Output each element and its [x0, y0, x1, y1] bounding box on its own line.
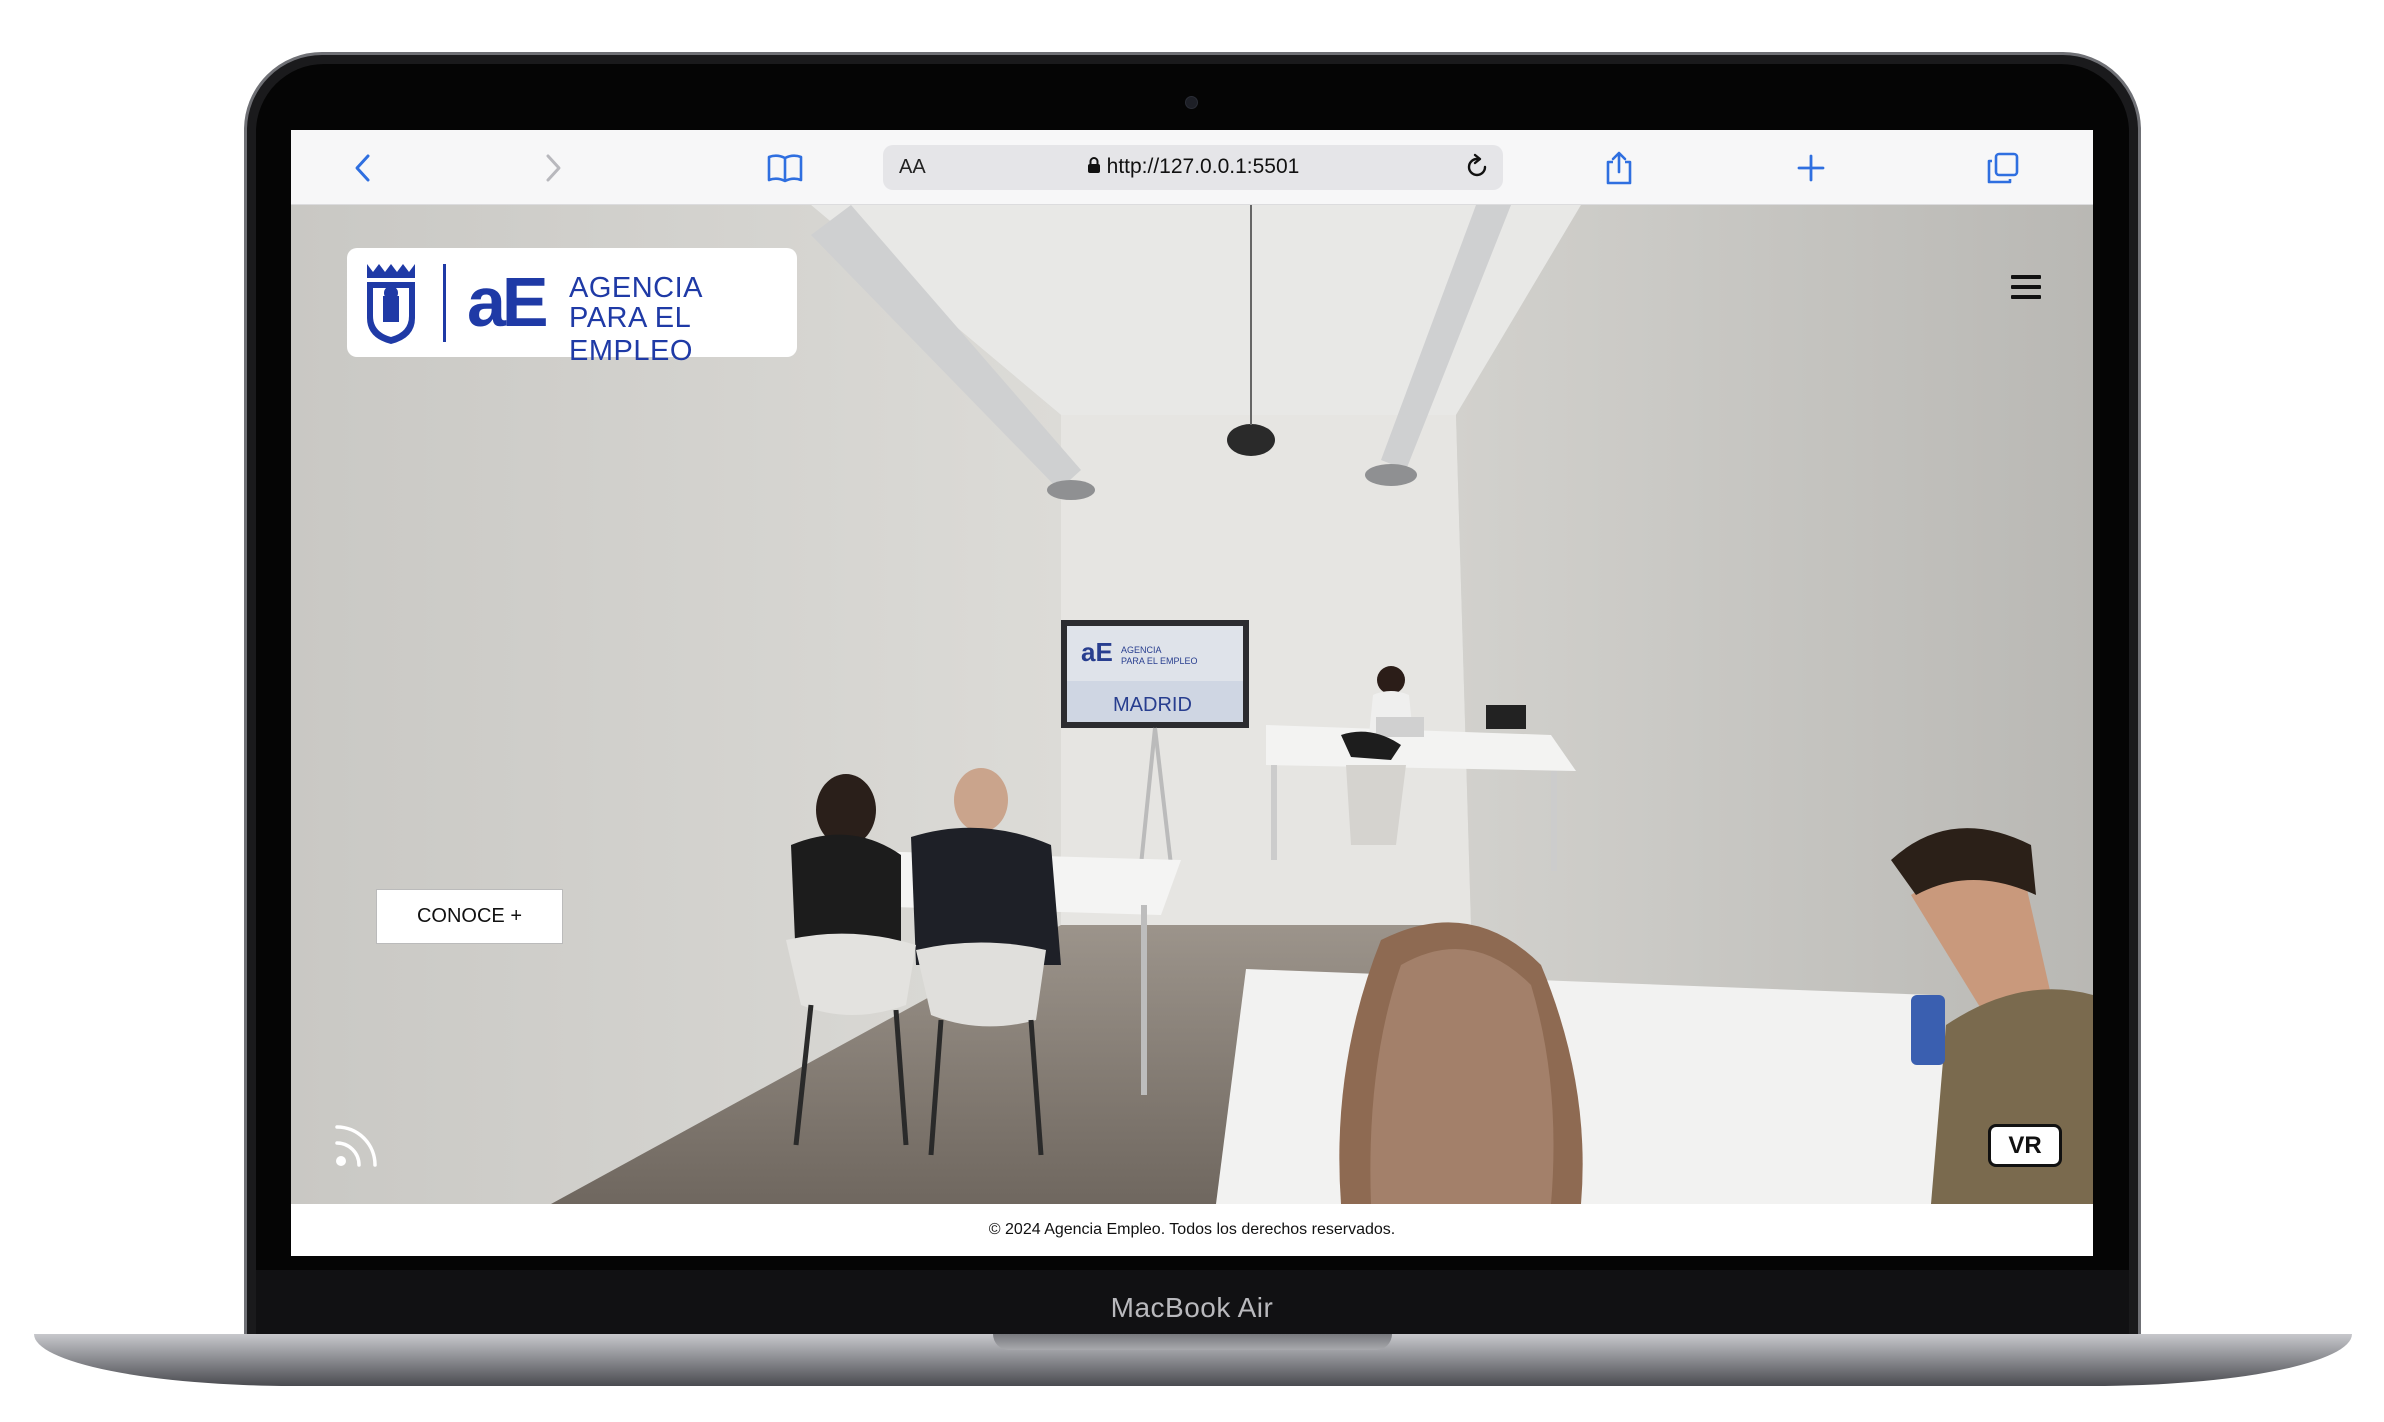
panorama-viewer[interactable]: aE AGENCIA PARA EL EMPLEO MADRID aE AGEN… — [291, 205, 2093, 1204]
hamburger-menu-icon[interactable] — [2011, 275, 2041, 301]
lock-icon — [1087, 156, 1101, 180]
browser-toolbar: AA http://127.0.0.1:5501 — [291, 130, 2093, 205]
logo-divider — [443, 264, 446, 342]
tabs-icon[interactable] — [1983, 148, 2023, 188]
laptop-model-label: MacBook Air — [1110, 1292, 1274, 1323]
scene-screen-line2: PARA EL EMPLEO — [1121, 656, 1198, 666]
conoce-button[interactable]: CONOCE + — [376, 889, 563, 944]
madrid-coat-of-arms-icon — [367, 264, 415, 344]
scene-screen-line1: AGENCIA — [1121, 645, 1162, 655]
menu-bar — [2011, 275, 2041, 279]
reload-icon[interactable] — [1463, 153, 1491, 186]
forward-icon[interactable] — [533, 148, 573, 188]
bookmarks-icon[interactable] — [765, 148, 805, 188]
back-icon[interactable] — [343, 148, 383, 188]
webcam — [1185, 96, 1198, 109]
logo-mark: aE — [467, 263, 549, 341]
page-footer: © 2024 Agencia Empleo. Todos los derecho… — [291, 1204, 2093, 1256]
scene-screen-city: MADRID — [1113, 694, 1192, 716]
share-icon[interactable] — [1599, 148, 1639, 188]
logo-line2: PARA EL EMPLEO — [569, 302, 693, 367]
vr-mode-button[interactable]: VR — [1988, 1124, 2062, 1167]
address-bar[interactable]: AA http://127.0.0.1:5501 — [883, 145, 1503, 190]
menu-bar — [2011, 285, 2041, 289]
motion-control-icon[interactable] — [333, 1117, 385, 1174]
scene-screen-mark: aE — [1081, 637, 1113, 667]
laptop-notch — [993, 1334, 1392, 1350]
menu-bar — [2011, 295, 2041, 299]
agency-logo[interactable]: aE AGENCIA PARA EL EMPLEO — [347, 248, 797, 367]
new-tab-icon[interactable] — [1791, 148, 1831, 188]
url-display[interactable]: http://127.0.0.1:5501 — [883, 155, 1503, 180]
logo-line1: AGENCIA — [569, 272, 704, 304]
url-text: http://127.0.0.1:5501 — [1106, 155, 1300, 178]
laptop-screen: AA http://127.0.0.1:5501 aE AGENCIA PARA… — [291, 130, 2093, 1256]
copyright-text: © 2024 Agencia Empleo. Todos los derecho… — [988, 1221, 1396, 1238]
